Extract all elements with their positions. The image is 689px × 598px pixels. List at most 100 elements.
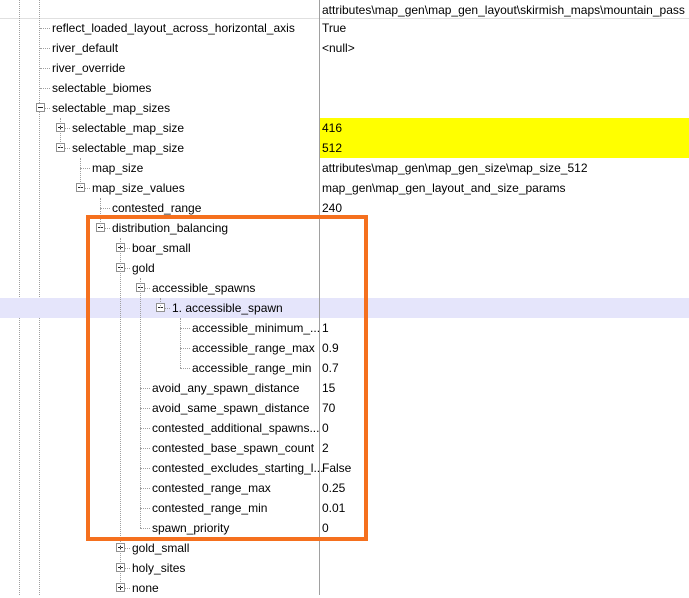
tree-row-label: spawn_priority xyxy=(152,521,230,535)
tree-row[interactable]: map_size attributes\map_gen\map_gen_size\… xyxy=(0,158,689,178)
tree-row[interactable]: contested_additional_spawns... 0 xyxy=(0,418,689,438)
tree-row-label: distribution_balancing xyxy=(112,221,229,235)
tree-guide-line xyxy=(180,318,181,368)
tree-row[interactable]: contested_range 240 xyxy=(0,198,689,218)
tree-row[interactable]: selectable_map_sizes xyxy=(0,98,689,118)
tree-guide-line xyxy=(100,198,101,228)
tree-row[interactable]: river_override xyxy=(0,58,689,78)
tree-row-label: map_size_values xyxy=(92,181,185,195)
tree-row[interactable]: contested_range_max 0.25 xyxy=(0,478,689,498)
collapse-icon[interactable] xyxy=(36,103,45,112)
tree-row-value[interactable] xyxy=(319,258,689,278)
tree-connector xyxy=(140,448,150,449)
tree-row[interactable]: spawn_priority 0 xyxy=(0,518,689,538)
tree-row-value[interactable]: map_gen\map_gen_layout_and_size_params xyxy=(319,178,689,198)
tree-connector xyxy=(140,508,150,509)
tree-row-value[interactable] xyxy=(319,538,689,558)
tree-row[interactable]: accessible_range_min 0.7 xyxy=(0,358,689,378)
tree-row-value[interactable]: 512 xyxy=(319,138,689,158)
tree-row-value[interactable]: 416 xyxy=(319,118,689,138)
tree-row[interactable]: accessible_minimum_... 1 xyxy=(0,318,689,338)
tree-guide-line xyxy=(80,158,81,188)
tree-row-value[interactable] xyxy=(319,558,689,578)
tree-row-value[interactable]: False xyxy=(319,458,689,478)
tree-row-label: accessible_range_max xyxy=(192,341,315,355)
tree-row-value[interactable]: 0.9 xyxy=(319,338,689,358)
tree-row-value[interactable]: 70 xyxy=(319,398,689,418)
tree-row-value[interactable]: 0.01 xyxy=(319,498,689,518)
tree-row-value[interactable]: attributes\map_gen\map_gen_size\map_size… xyxy=(319,158,689,178)
tree-row-value[interactable] xyxy=(319,58,689,78)
tree-row-label: map_size xyxy=(92,161,144,175)
tree-row-value[interactable] xyxy=(319,278,689,298)
tree-connector xyxy=(140,388,150,389)
tree-row[interactable]: gold_small xyxy=(0,538,689,558)
tree-connector xyxy=(100,208,110,209)
tree-row-label: avoid_same_spawn_distance xyxy=(152,401,310,415)
tree-row-value[interactable] xyxy=(319,78,689,98)
tree-row-label: selectable_map_sizes xyxy=(52,101,171,115)
tree-row-label: accessible_range_min xyxy=(192,361,312,375)
tree-row-label: avoid_any_spawn_distance xyxy=(152,381,300,395)
tree-connector xyxy=(180,328,190,329)
tree-row[interactable]: contested_base_spawn_count 2 xyxy=(0,438,689,458)
tree-row-value[interactable] xyxy=(319,238,689,258)
tree-connector xyxy=(140,428,150,429)
tree-row-label: accessible_minimum_... xyxy=(192,321,321,335)
tree-row[interactable]: distribution_balancing xyxy=(0,218,689,238)
tree-row[interactable]: contested_excludes_starting_l... False xyxy=(0,458,689,478)
tree-row-label: reflect_loaded_layout_across_horizontal_… xyxy=(52,21,295,35)
tree-row[interactable]: river_default <null> xyxy=(0,38,689,58)
tree-row[interactable]: selectable_biomes xyxy=(0,78,689,98)
header-path-value: attributes\map_gen\map_gen_layout\skirmi… xyxy=(322,3,685,17)
tree-row-label: accessible_spawns xyxy=(152,281,256,295)
tree-row-value[interactable]: 0.25 xyxy=(319,478,689,498)
tree-row-value[interactable] xyxy=(319,218,689,238)
tree-row-value[interactable]: True xyxy=(319,18,689,38)
tree-row-value[interactable]: 2 xyxy=(319,438,689,458)
tree-row[interactable]: gold xyxy=(0,258,689,278)
tree-row-label: boar_small xyxy=(132,241,191,255)
tree-row[interactable]: avoid_same_spawn_distance 70 xyxy=(0,398,689,418)
tree-row-value[interactable]: 0.7 xyxy=(319,358,689,378)
tree-row-label: none xyxy=(132,581,159,595)
tree-row[interactable]: accessible_spawns xyxy=(0,278,689,298)
tree-row-value[interactable] xyxy=(319,98,689,118)
tree-row-value[interactable]: 0 xyxy=(319,418,689,438)
tree-row-label: gold xyxy=(132,261,155,275)
tree-row-value[interactable]: 15 xyxy=(319,378,689,398)
tree-row-value[interactable]: 1 xyxy=(319,318,689,338)
tree-row-value[interactable]: <null> xyxy=(319,38,689,58)
tree-row-label: selectable_map_size xyxy=(72,141,185,155)
tree-row-value[interactable]: 0 xyxy=(319,518,689,538)
tree-row-value[interactable]: 240 xyxy=(319,198,689,218)
tree-row-label: holy_sites xyxy=(132,561,186,575)
tree-row-value[interactable] xyxy=(319,298,689,318)
tree-row-label: contested_excludes_starting_l... xyxy=(152,461,324,475)
tree-row[interactable]: avoid_any_spawn_distance 15 xyxy=(0,378,689,398)
tree-row[interactable]: contested_range_min 0.01 xyxy=(0,498,689,518)
tree-row[interactable]: boar_small xyxy=(0,238,689,258)
tree-connector xyxy=(140,488,150,489)
tree-row[interactable]: holy_sites xyxy=(0,558,689,578)
tree-guide-line xyxy=(120,238,121,588)
tree-row[interactable]: accessible_range_max 0.9 xyxy=(0,338,689,358)
tree-connector xyxy=(40,48,50,49)
tree-row-label: contested_base_spawn_count xyxy=(152,441,315,455)
tree-row-label: river_override xyxy=(52,61,126,75)
tree-row[interactable]: reflect_loaded_layout_across_horizontal_… xyxy=(0,18,689,38)
tree-row-value[interactable] xyxy=(319,578,689,598)
tree-row[interactable]: 1. accessible_spawn xyxy=(0,298,689,318)
tree-row-label: river_default xyxy=(52,41,119,55)
tree-row[interactable]: map_size_values map_gen\map_gen_layout_an… xyxy=(0,178,689,198)
tree-row-label: contested_range_min xyxy=(152,501,268,515)
tree-header: attributes\map_gen\map_gen_layout\skirmi… xyxy=(0,0,689,19)
tree-row[interactable]: selectable_map_size 512 xyxy=(0,138,689,158)
tree-row[interactable]: none xyxy=(0,578,689,598)
tree-connector xyxy=(40,88,50,89)
property-tree[interactable]: attributes\map_gen\map_gen_layout\skirmi… xyxy=(0,0,689,595)
tree-connector xyxy=(180,348,190,349)
column-divider[interactable] xyxy=(319,0,320,595)
tree-row-label: contested_range_max xyxy=(152,481,271,495)
tree-row[interactable]: selectable_map_size 416 xyxy=(0,118,689,138)
